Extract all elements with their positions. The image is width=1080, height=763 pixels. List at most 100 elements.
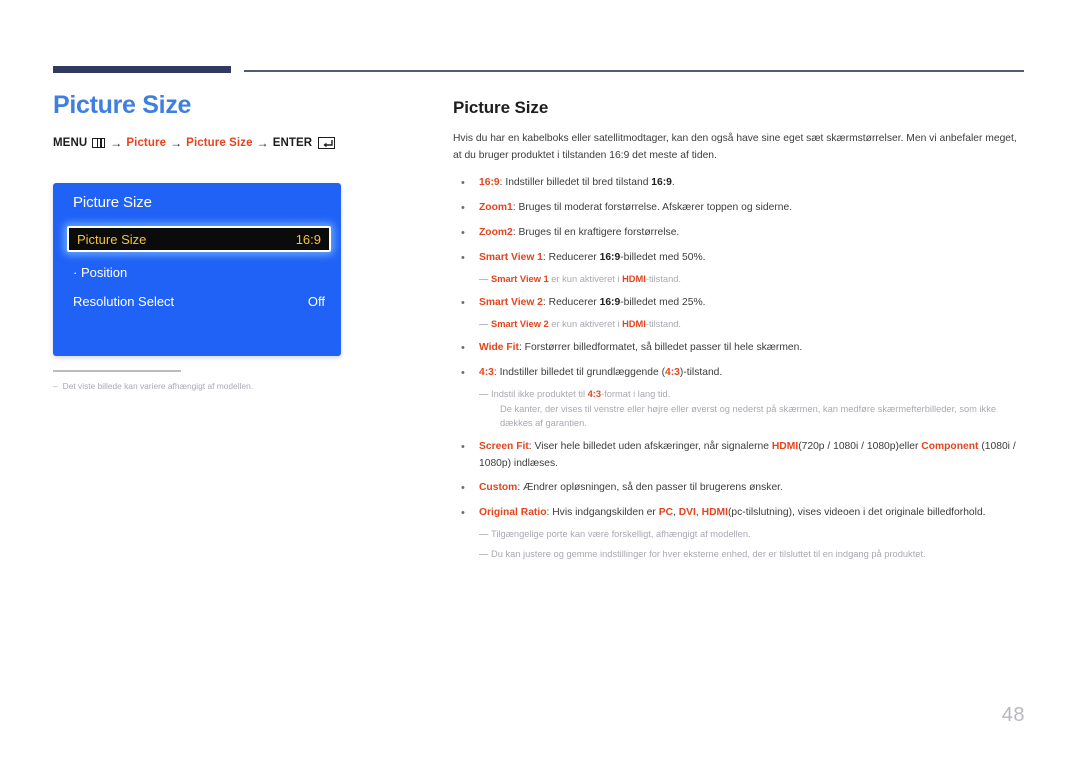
text-run: -billedet med 50%. xyxy=(620,251,706,263)
osd-row-label: · Position xyxy=(73,264,128,280)
text-run: Smart View 1 xyxy=(479,251,543,263)
feature-text: Wide Fit: Forstørrer billedformatet, så … xyxy=(479,340,1028,357)
text-run: -billedet med 25%. xyxy=(620,296,706,308)
text-run: Smart View 1 xyxy=(491,273,549,284)
feature-bullet: • Zoom2: Bruges til en kraftigere forstør… xyxy=(453,225,1028,242)
left-note-dash: – xyxy=(53,381,58,391)
osd-row-value: 16:9 xyxy=(295,231,321,247)
left-note: – Det viste billede kan variere afhængig… xyxy=(53,381,383,393)
feature-bullet: • Zoom1: Bruges til moderat forstørrelse.… xyxy=(453,200,1028,217)
osd-row-position[interactable]: · Position xyxy=(73,261,325,283)
text-run: : Hvis indgangskilden er xyxy=(546,507,659,519)
feature-note: — Du kan justere og gemme indstillinger f… xyxy=(453,547,1028,562)
text-run: Indstil ikke produktet til xyxy=(491,388,588,399)
osd-row-value: Off xyxy=(307,293,325,309)
feature-list: • 16:9: Indstiller billedet til bred tils… xyxy=(453,175,1028,562)
text-run: 16:9 xyxy=(599,251,621,263)
bullet-dot-icon: • xyxy=(461,366,465,379)
menu-path-arrow-2: → xyxy=(170,136,183,151)
text-run: Original Ratio xyxy=(479,507,547,519)
menu-path-menu-label: MENU xyxy=(53,137,88,150)
text-run: De kanter, der vises til venstre eller h… xyxy=(500,403,997,429)
text-run: DVI xyxy=(678,507,696,519)
menu-path-enter-label: ENTER xyxy=(272,137,313,150)
menu-path-arrow-1: → xyxy=(110,136,123,151)
text-run: Zoom1 xyxy=(479,201,513,213)
right-column: Picture Size Hvis du har en kabelboks el… xyxy=(453,98,1028,570)
text-run: Smart View 2 xyxy=(479,296,543,308)
text-run: Smart View 2 xyxy=(491,318,549,329)
header-rule-thin xyxy=(244,70,1024,72)
text-run: : Indstiller billedet til grundlæggende … xyxy=(493,366,666,378)
feature-text: Smart View 2 er kun aktiveret i HDMI-til… xyxy=(491,317,1028,332)
feature-bullet: • Wide Fit: Forstørrer billedformatet, så… xyxy=(453,340,1028,357)
bullet-dot-icon: • xyxy=(461,296,465,309)
text-run: 4:3 xyxy=(665,366,680,378)
note-dash-icon: — xyxy=(479,318,489,329)
text-run: er kun aktiveret i xyxy=(548,318,623,329)
text-run: PC xyxy=(658,507,674,519)
text-run: : Forstørrer billedformatet, så billedet… xyxy=(518,341,803,353)
menu-icon xyxy=(92,138,106,149)
text-run: -format i lang tid. xyxy=(601,388,671,399)
feature-bullet: • Smart View 2: Reducerer 16:9-billedet m… xyxy=(453,295,1028,312)
feature-text: Original Ratio: Hvis indgangskilden er P… xyxy=(479,505,1028,522)
feature-text: Zoom2: Bruges til en kraftigere forstørr… xyxy=(479,225,1028,242)
osd-row-resolution-select[interactable]: Resolution Select Off xyxy=(73,290,325,312)
section-title: Picture Size xyxy=(453,98,549,117)
page-number: 48 xyxy=(1001,704,1025,726)
bullet-dot-icon: • xyxy=(461,226,465,239)
osd-row-label: Resolution Select xyxy=(73,293,175,309)
bullet-dot-icon: • xyxy=(461,507,465,520)
text-run: er kun aktiveret i xyxy=(548,273,623,284)
text-run: . xyxy=(671,176,675,188)
text-run: : Indstiller billedet til bred tilstand xyxy=(499,176,652,188)
text-run: -tilstand. xyxy=(645,273,681,284)
text-run: 16:9 xyxy=(651,176,672,188)
feature-text: Smart View 1: Reducerer 16:9-billedet me… xyxy=(479,250,1028,267)
text-run: : Reducerer xyxy=(542,251,600,263)
osd-row-picture-size[interactable]: Picture Size 16:9 xyxy=(67,226,331,252)
osd-title: Picture Size xyxy=(73,194,152,211)
osd-panel: Picture Size Picture Size 16:9 · Positio… xyxy=(53,183,341,356)
page-title-left: Picture Size xyxy=(53,91,192,119)
text-run: Screen Fit xyxy=(479,441,529,453)
text-run: Du kan justere og gemme indstillinger fo… xyxy=(491,549,926,560)
bullet-dot-icon: • xyxy=(461,482,465,495)
menu-path-arrow-3: → xyxy=(256,136,269,151)
feature-text: 16:9: Indstiller billedet til bred tilst… xyxy=(479,175,1028,192)
bullet-dot-icon: • xyxy=(461,251,465,264)
feature-note: — Smart View 2 er kun aktiveret i HDMI-ti… xyxy=(453,317,1028,332)
text-run: -tilstand. xyxy=(645,318,681,329)
feature-text: Du kan justere og gemme indstillinger fo… xyxy=(491,547,1028,562)
bullet-dot-icon: • xyxy=(461,201,465,214)
feature-note: — Smart View 1 er kun aktiveret i HDMI-ti… xyxy=(453,272,1028,287)
text-run: 4:3 xyxy=(479,366,494,378)
left-column: Picture Size MENU → Picture → Picture Si… xyxy=(53,92,413,150)
enter-icon xyxy=(318,137,336,150)
feature-bullet: • 4:3: Indstiller billedet til grundlægge… xyxy=(453,365,1028,382)
note-dash-icon: — xyxy=(479,273,489,284)
feature-text: Smart View 1 er kun aktiveret i HDMI-til… xyxy=(491,272,1028,287)
note-dash-icon: — xyxy=(479,549,489,560)
feature-text: Indstil ikke produktet til 4:3-format i … xyxy=(491,387,1028,432)
note-dash-icon: — xyxy=(479,529,489,540)
text-run: HDMI xyxy=(622,273,646,284)
text-run: HDMI xyxy=(622,318,646,329)
intro-paragraph: Hvis du har en kabelboks eller satellitm… xyxy=(453,133,1017,161)
text-run: (pc-tilslutning), vises videoen i det or… xyxy=(727,507,986,519)
feature-bullet: • Screen Fit: Viser hele billedet uden af… xyxy=(453,439,1028,472)
text-run: 4:3 xyxy=(587,388,602,399)
menu-path-step-picture-size: Picture Size xyxy=(186,137,253,150)
text-run: )-tilstand. xyxy=(679,366,723,378)
text-run: HDMI xyxy=(771,441,799,453)
feature-text: 4:3: Indstiller billedet til grundlæggen… xyxy=(479,365,1028,382)
bullet-dot-icon: • xyxy=(461,176,465,189)
left-note-divider xyxy=(53,370,181,372)
text-run: Component xyxy=(921,441,979,453)
text-run: HDMI xyxy=(701,507,728,519)
feature-bullet: • 16:9: Indstiller billedet til bred tils… xyxy=(453,175,1028,192)
feature-text: Tilgængelige porte kan være forskelligt,… xyxy=(491,527,1028,542)
feature-note: — Tilgængelige porte kan være forskelligt… xyxy=(453,527,1028,542)
feature-note: — Indstil ikke produktet til 4:3-format i… xyxy=(453,387,1028,432)
